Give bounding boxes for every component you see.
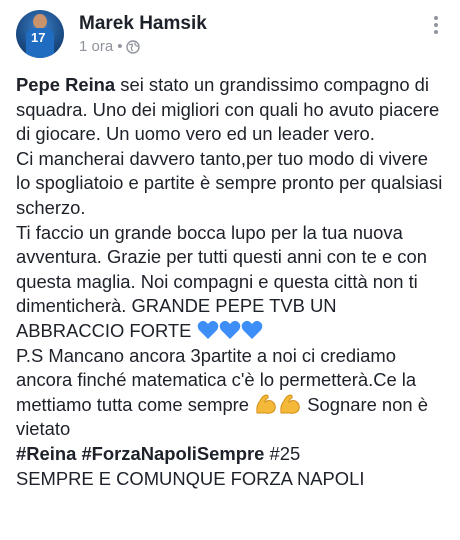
avatar[interactable]: 17 — [16, 10, 64, 58]
hashtag-25[interactable]: #25 — [264, 443, 300, 464]
flexed-biceps-icon — [256, 394, 276, 414]
meta-separator: • — [117, 38, 123, 55]
mention-pepe-reina[interactable]: Pepe Reina — [16, 74, 115, 95]
post-body: Pepe Reina sei stato un grandissimo comp… — [16, 73, 446, 491]
post-header: 17 Marek Hamsik 1 ora • — [16, 10, 448, 60]
author-name[interactable]: Marek Hamsik — [79, 13, 207, 35]
flexed-biceps-icon — [280, 394, 300, 414]
blue-heart-icon — [241, 320, 262, 339]
hashtag-reina[interactable]: #Reina — [16, 443, 76, 464]
hashtag-forzanapolisempre[interactable]: #ForzaNapoliSempre — [81, 443, 264, 464]
globe-icon — [126, 39, 141, 54]
avatar-number: 17 — [31, 30, 46, 45]
blue-heart-icon — [219, 320, 240, 339]
blue-heart-icon — [197, 320, 218, 339]
post-time[interactable]: 1 ora — [79, 38, 113, 55]
more-options-icon[interactable] — [426, 12, 446, 38]
post-meta: 1 ora • — [79, 38, 141, 55]
avatar-head — [33, 14, 47, 29]
post-paragraph-2: Ci mancherai davvero tanto,per tuo modo … — [16, 147, 448, 218]
post-last-line: SEMPRE E COMUNQUE FORZA NAPOLI — [16, 467, 365, 489]
